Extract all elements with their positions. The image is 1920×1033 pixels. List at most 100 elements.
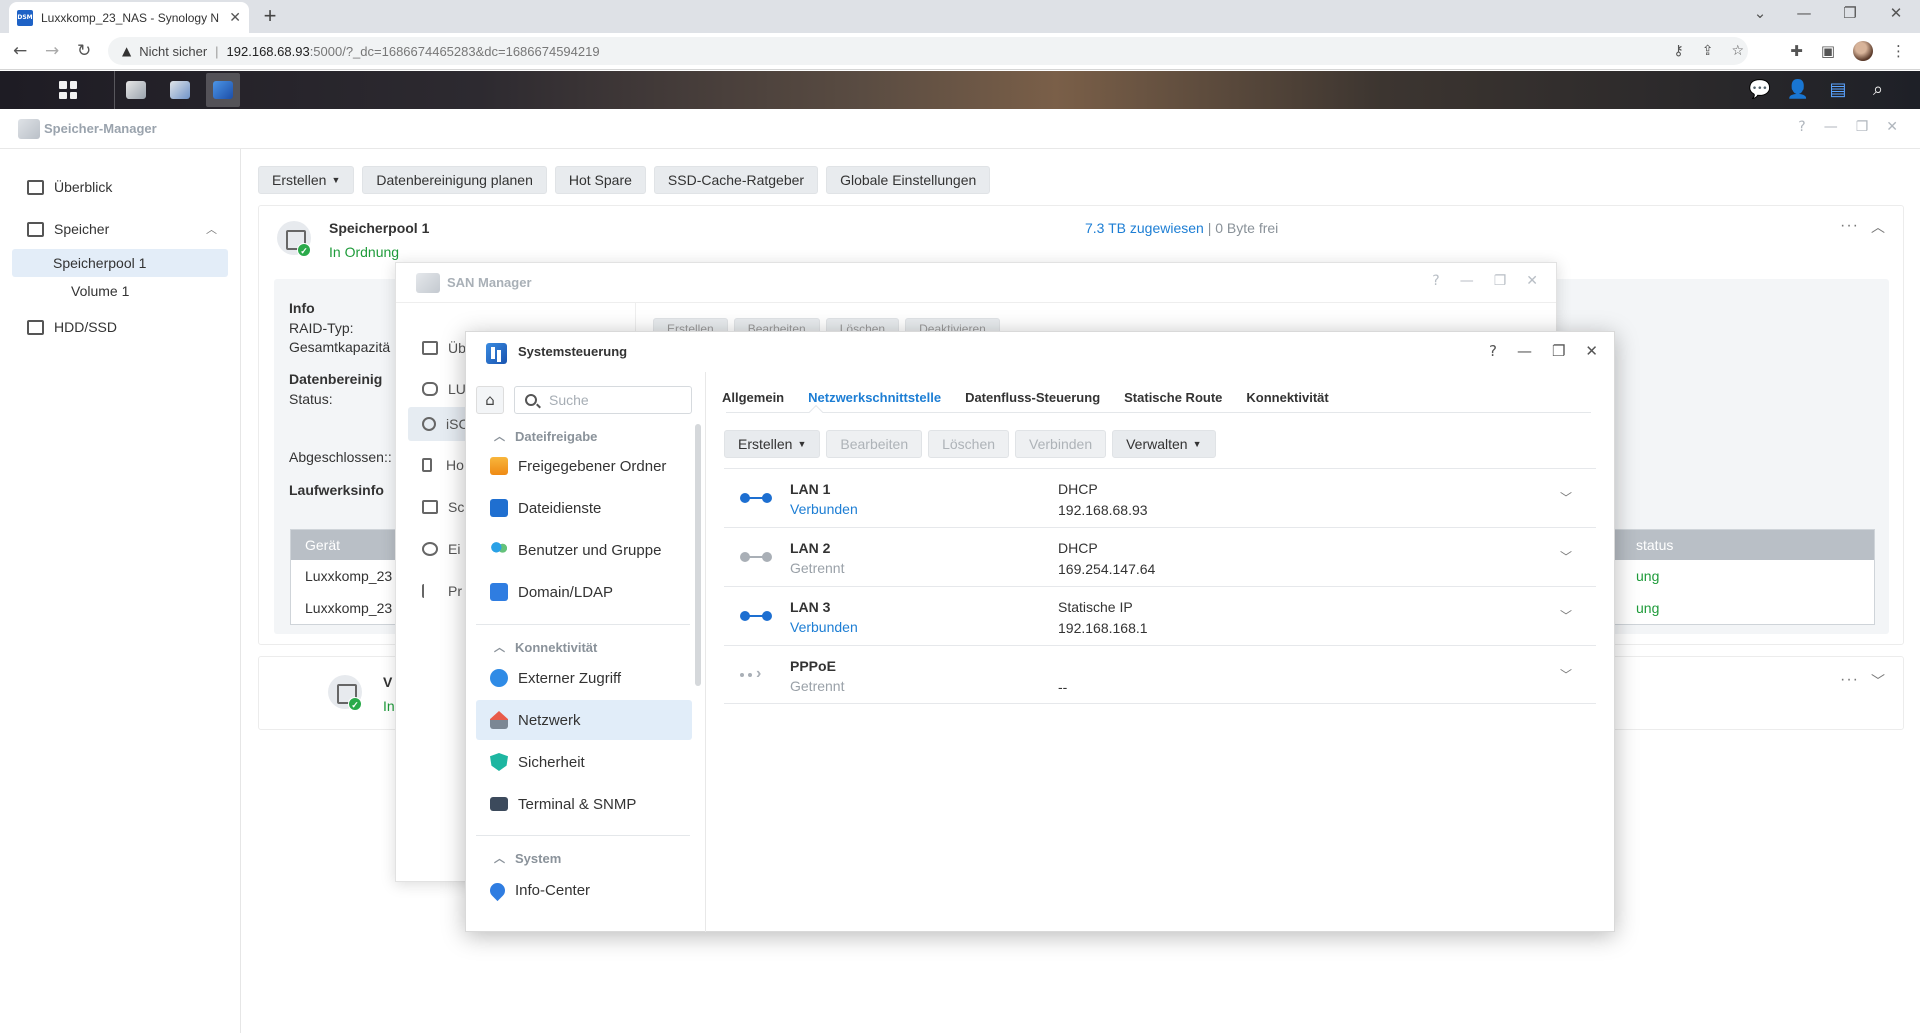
drive-info-heading: Laufwerksinfo — [289, 482, 384, 498]
san-sidebar-item[interactable]: iSC — [422, 416, 469, 432]
tab-general[interactable]: Allgemein — [722, 390, 784, 405]
bookmark-star-icon[interactable]: ☆ — [1731, 43, 1744, 59]
san-sidebar-item[interactable]: Pr — [422, 583, 462, 599]
san-sidebar-item[interactable]: Ei — [422, 541, 460, 557]
tab-connectivity[interactable]: Konnektivität — [1246, 390, 1328, 405]
minimize-icon[interactable]: — — [1517, 342, 1532, 360]
expand-chevron-icon[interactable]: ﹀ — [1871, 671, 1885, 691]
reload-icon[interactable]: ↻ — [77, 41, 91, 61]
profile-avatar[interactable] — [1853, 41, 1873, 61]
search-field[interactable] — [514, 386, 692, 414]
control-panel-sidebar: ⌂ ︿ Dateifreigabe Freigegebener Ordner D… — [466, 372, 706, 932]
minimize-icon[interactable]: — — [1460, 273, 1474, 289]
close-icon[interactable]: ✕ — [1886, 119, 1898, 135]
san-sidebar-item[interactable]: Sc — [422, 499, 464, 515]
maximize-icon[interactable]: ❐ — [1552, 342, 1565, 360]
browser-menu-icon[interactable]: ⋮ — [1891, 42, 1906, 60]
shield-icon — [490, 753, 508, 771]
schedule-scrub-button[interactable]: Datenbereinigung planen — [362, 166, 547, 194]
forward-arrow-icon[interactable]: → — [45, 41, 59, 61]
browser-tab[interactable]: DSM Luxxkomp_23_NAS - Synology N ✕ — [9, 2, 249, 33]
global-settings-button[interactable]: Globale Einstellungen — [826, 166, 991, 194]
home-icon[interactable]: ⌂ — [476, 386, 504, 414]
minimize-icon[interactable]: — — [1824, 119, 1838, 135]
section-system[interactable]: ︿ System — [494, 850, 561, 866]
section-file-sharing[interactable]: ︿ Dateifreigabe — [494, 428, 597, 444]
extensions-puzzle-icon[interactable]: ✚ — [1790, 42, 1803, 60]
tab-close-icon[interactable]: ✕ — [229, 9, 241, 26]
collapse-chevron-icon[interactable]: ︿ — [1871, 217, 1885, 237]
minimize-window-icon[interactable]: — — [1784, 4, 1824, 22]
sidebar-item-network[interactable]: Netzwerk — [476, 700, 692, 740]
search-icon[interactable]: ⌕ — [1865, 79, 1891, 100]
edit-button[interactable]: Bearbeiten — [826, 430, 923, 458]
side-panel-icon[interactable]: ▣ — [1821, 42, 1835, 60]
tab-static-route[interactable]: Statische Route — [1124, 390, 1222, 405]
close-icon[interactable]: ✕ — [1526, 273, 1538, 289]
storage-manager-taskbar-icon[interactable] — [119, 73, 153, 107]
folder-icon — [490, 457, 508, 475]
maximize-icon[interactable]: ❐ — [1494, 273, 1507, 289]
connect-button[interactable]: Verbinden — [1015, 430, 1107, 458]
create-button[interactable]: Erstellen ▼ — [724, 430, 821, 458]
manage-button[interactable]: Verwalten ▼ — [1112, 430, 1216, 458]
help-icon[interactable]: ? — [1489, 342, 1497, 360]
more-options-icon[interactable]: ··· — [1840, 671, 1859, 689]
sidebar-item-storage[interactable]: Speicher ︿ — [27, 221, 217, 237]
ssd-cache-advisor-button[interactable]: SSD-Cache-Ratgeber — [653, 166, 819, 194]
sidebar-item-domain-ldap[interactable]: Domain/LDAP — [476, 572, 692, 612]
sidebar-item-pool1[interactable]: Speicherpool 1 — [53, 255, 146, 271]
san-sidebar-item[interactable]: LU — [422, 381, 466, 397]
hot-spare-button[interactable]: Hot Spare — [554, 166, 646, 194]
user-icon[interactable]: 👤 — [1785, 79, 1811, 100]
delete-button[interactable]: Löschen — [928, 430, 1010, 458]
sidebar-item-info-center[interactable]: Info-Center — [476, 870, 692, 910]
interface-row-pppoe[interactable]: › PPPoE Getrennt -- ﹀ — [724, 645, 1596, 704]
widgets-icon[interactable]: ▤ — [1825, 79, 1851, 100]
help-icon[interactable]: ? — [1798, 119, 1805, 135]
sidebar-item-hdd[interactable]: HDD/SSD — [27, 319, 117, 335]
sidebar-item-terminal-snmp[interactable]: Terminal & SNMP — [476, 784, 692, 824]
sidebar-item-overview[interactable]: Überblick — [27, 179, 112, 195]
control-panel-taskbar-icon[interactable] — [206, 73, 240, 107]
expand-chevron-icon[interactable]: ﹀ — [1560, 607, 1572, 624]
expand-chevron-icon[interactable]: ﹀ — [1560, 666, 1572, 683]
san-manager-taskbar-icon[interactable] — [163, 73, 197, 107]
main-menu-grid-icon[interactable] — [51, 73, 85, 107]
share-icon[interactable]: ⇪ — [1702, 43, 1714, 59]
dsm-favicon: DSM — [17, 9, 33, 26]
back-arrow-icon[interactable]: ← — [13, 41, 27, 61]
restore-window-icon[interactable]: ❐ — [1830, 4, 1870, 22]
sidebar-item-user-group[interactable]: Benutzer und Gruppe — [476, 530, 692, 570]
tab-traffic-control[interactable]: Datenfluss-Steuerung — [965, 390, 1100, 405]
section-connectivity[interactable]: ︿ Konnektivität — [494, 639, 597, 655]
create-button[interactable]: Erstellen ▼ — [258, 166, 355, 194]
close-icon[interactable]: ✕ — [1585, 342, 1598, 360]
notifications-chat-icon[interactable]: 💬 — [1747, 79, 1773, 100]
help-icon[interactable]: ? — [1432, 273, 1439, 289]
expand-chevron-icon[interactable]: ﹀ — [1560, 489, 1572, 506]
sidebar-item-file-services[interactable]: Dateidienste — [476, 488, 692, 528]
new-tab-button[interactable]: + — [258, 5, 282, 27]
more-options-icon[interactable]: ··· — [1840, 217, 1859, 235]
sidebar-item-volume1[interactable]: Volume 1 — [71, 283, 129, 299]
tab-network-interface[interactable]: Netzwerkschnittstelle — [808, 390, 941, 405]
san-sidebar-item[interactable]: Ho — [422, 457, 464, 473]
interface-row-lan3[interactable]: LAN 3 Verbunden Statische IP 192.168.168… — [724, 586, 1596, 645]
expand-chevron-icon[interactable]: ﹀ — [1560, 548, 1572, 565]
san-sidebar-item[interactable]: Üb — [422, 340, 466, 356]
sidebar-item-shared-folder[interactable]: Freigegebener Ordner — [476, 446, 692, 486]
key-icon[interactable]: ⚷ — [1673, 43, 1683, 59]
url-omnibox[interactable]: ▲ Nicht sicher | 192.168.68.93:5000/?_dc… — [108, 37, 1748, 65]
interface-row-lan1[interactable]: LAN 1 Verbunden DHCP 192.168.68.93 ﹀ — [724, 468, 1596, 527]
allocated-link[interactable]: 7.3 TB zugewiesen — [1085, 220, 1204, 236]
interface-row-lan2[interactable]: LAN 2 Getrennt DHCP 169.254.147.64 ﹀ — [724, 527, 1596, 586]
maximize-icon[interactable]: ❐ — [1856, 119, 1869, 135]
sidebar-item-security[interactable]: Sicherheit — [476, 742, 692, 782]
tab-search-chevron-icon[interactable]: ⌄ — [1740, 4, 1780, 22]
close-window-icon[interactable]: ✕ — [1876, 4, 1916, 22]
sidebar-item-external-access[interactable]: Externer Zugriff — [476, 658, 692, 698]
sidebar-scrollbar[interactable] — [695, 424, 701, 686]
chevron-up-icon: ︿ — [494, 641, 505, 654]
search-input[interactable] — [549, 392, 679, 408]
